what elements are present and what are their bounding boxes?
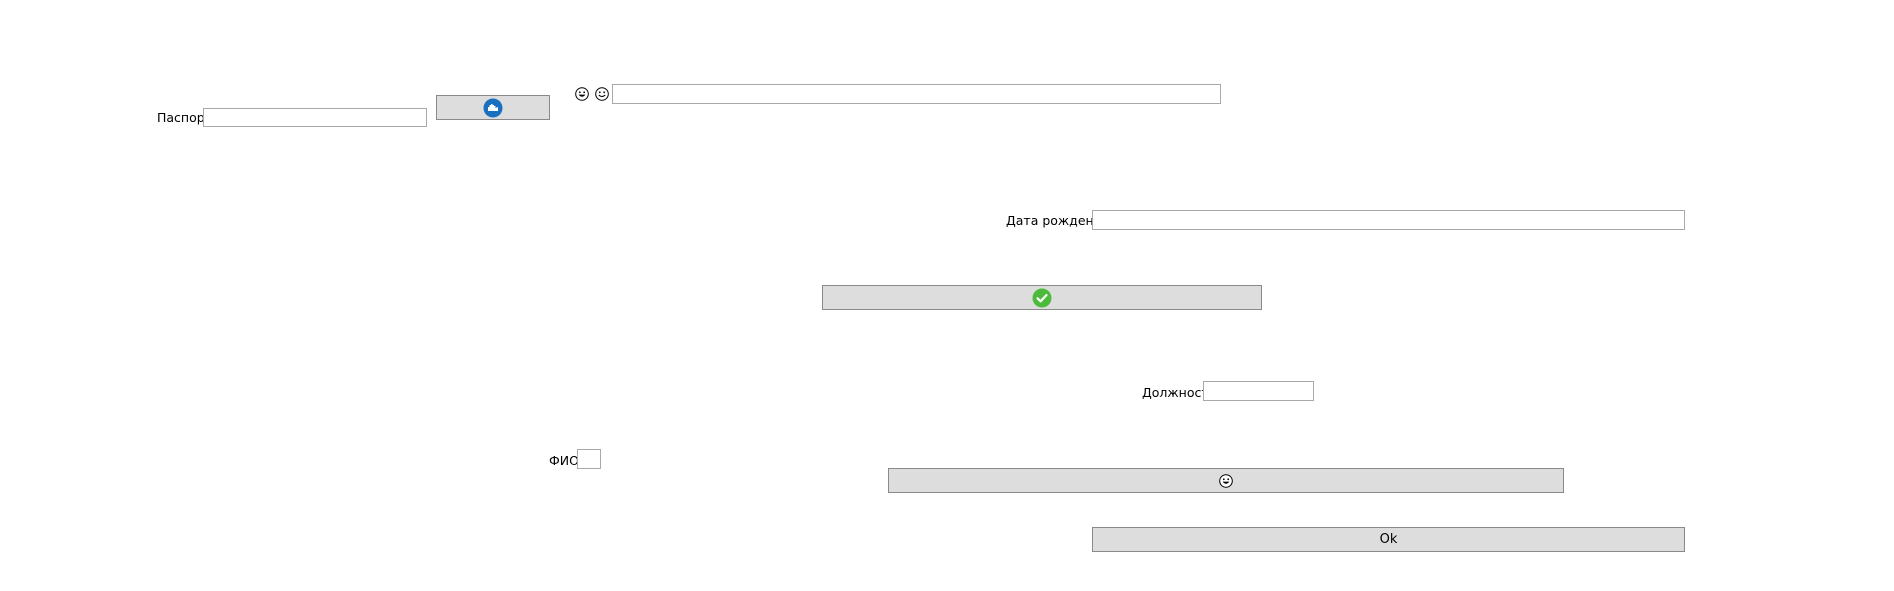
full-name-label: ФИО xyxy=(549,453,579,468)
full-name-input[interactable] xyxy=(577,449,601,469)
birth-date-input[interactable] xyxy=(1092,210,1685,230)
confirm-button[interactable] xyxy=(822,285,1262,310)
position-input[interactable] xyxy=(1203,381,1314,401)
passport-input[interactable] xyxy=(203,108,427,127)
hand-badge-icon xyxy=(483,98,503,118)
passport-action-button[interactable] xyxy=(436,95,550,120)
top-text-input[interactable] xyxy=(612,84,1221,104)
ok-button[interactable]: Ok xyxy=(1092,527,1685,552)
grinning-face-icon xyxy=(1219,473,1233,488)
check-circle-icon xyxy=(1032,288,1052,308)
grinning-face-icon xyxy=(575,87,589,101)
emoji-button[interactable] xyxy=(888,468,1564,493)
smiling-face-icon xyxy=(595,87,609,101)
